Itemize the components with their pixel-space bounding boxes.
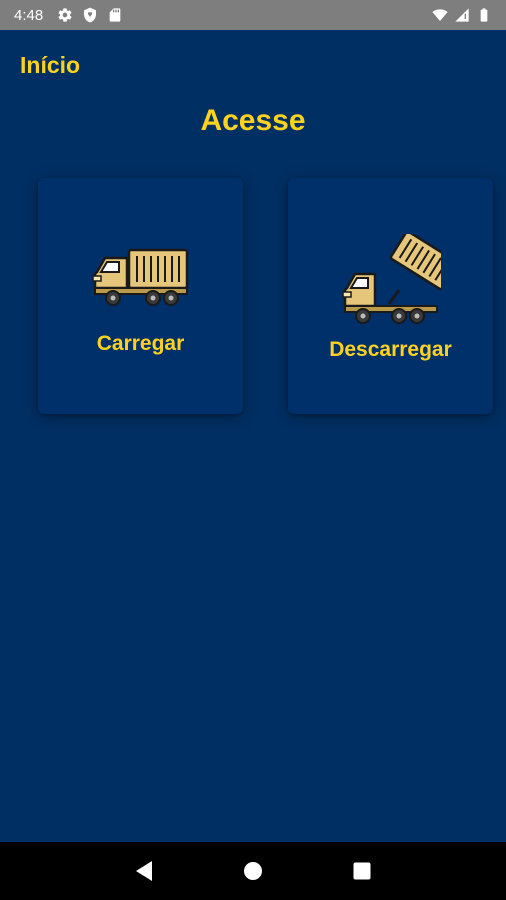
recents-icon [353, 862, 371, 880]
recents-button[interactable] [349, 858, 375, 884]
truck-icon [91, 248, 188, 306]
page-header-title: Início [20, 52, 81, 78]
status-notification-icons [57, 7, 123, 23]
status-bar: 4:48 [0, 0, 506, 30]
page-title: Acesse [200, 104, 306, 137]
unload-card-label: Descarregar [329, 338, 452, 361]
sd-card-icon [109, 8, 121, 22]
navigation-bar [0, 842, 506, 900]
wifi-icon [432, 9, 448, 21]
signal-icon [455, 8, 469, 22]
status-system-icons [432, 7, 492, 23]
load-card[interactable]: Carregar [38, 178, 243, 414]
back-button[interactable] [131, 858, 157, 884]
dump-truck-icon [341, 234, 441, 324]
home-button[interactable] [240, 858, 266, 884]
app-screen: 4:48 Início Acesse Carregar Descarregar [0, 0, 506, 900]
status-time: 4:48 [14, 6, 44, 24]
home-icon [243, 862, 262, 880]
unload-card[interactable]: Descarregar [288, 178, 493, 414]
gear-icon [58, 8, 72, 22]
back-icon [136, 861, 153, 881]
load-card-label: Carregar [96, 332, 185, 355]
shield-icon [84, 7, 97, 23]
battery-icon [480, 8, 488, 22]
